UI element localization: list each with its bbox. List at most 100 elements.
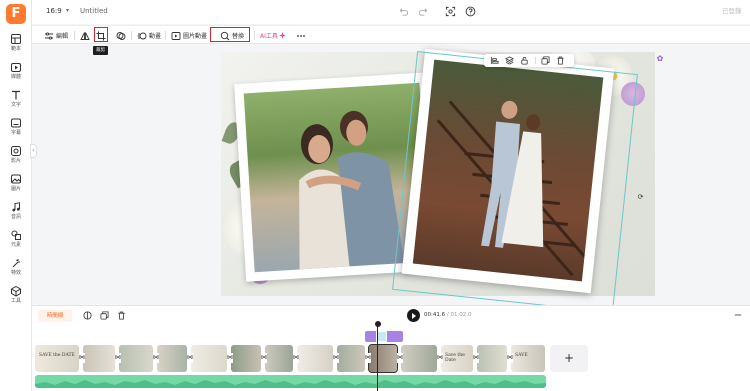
upload-icon	[11, 63, 21, 72]
subtitle-icon	[11, 118, 21, 128]
clip-title: SAVE	[515, 353, 528, 358]
mask-button[interactable]	[116, 26, 128, 45]
time-display: 00:41.6 / 01:02.0	[424, 312, 472, 318]
transition-marker[interactable]: ⋈	[261, 353, 267, 363]
toolbar-divider	[254, 31, 255, 40]
in-animation-label: 圖片動畫	[183, 33, 208, 40]
transition-marker[interactable]: ⋈	[187, 353, 193, 363]
transition-marker[interactable]: ⋈	[397, 353, 403, 363]
sidebar-label: 特效	[10, 270, 21, 276]
brand-kit-icon[interactable]: ✿	[655, 54, 665, 64]
transition-marker[interactable]: ⋈	[153, 353, 159, 363]
transition-marker[interactable]: ⋈	[227, 353, 233, 363]
in-animation-button[interactable]: 圖片動畫	[171, 26, 207, 45]
audio-track[interactable]	[35, 375, 546, 388]
video-clip[interactable]: SAVE the DATE	[35, 345, 79, 372]
current-time: 00:41.6	[424, 312, 446, 318]
video-clip[interactable]	[265, 345, 293, 372]
transition-marker[interactable]: ⋈	[79, 353, 85, 363]
redo-icon[interactable]	[418, 6, 429, 17]
delete-icon[interactable]	[556, 56, 565, 65]
crop-highlight-box	[94, 27, 108, 42]
unlock-icon[interactable]	[520, 56, 529, 65]
sidebar-collapse-handle[interactable]: ‹	[30, 144, 37, 158]
screenshot-icon[interactable]	[445, 6, 456, 17]
sidebar-label: 媒體	[10, 74, 21, 80]
tools-icon	[11, 285, 21, 297]
sidebar-item-elements[interactable]: 元素	[0, 229, 32, 248]
floating-layer-toolbar	[484, 54, 574, 67]
layers-icon[interactable]	[505, 56, 514, 65]
effects-icon	[12, 259, 20, 268]
help-icon[interactable]	[465, 6, 476, 17]
sidebar-item-media[interactable]: 媒體	[0, 61, 32, 80]
animation-icon	[137, 32, 147, 39]
music-icon	[12, 202, 20, 212]
video-clip-selected[interactable]	[368, 344, 398, 373]
video-clip[interactable]	[157, 345, 187, 372]
sidebar-item-images[interactable]: 圖片	[0, 173, 32, 192]
photo-icon	[11, 146, 21, 156]
sidebar-label: 音訊	[10, 214, 21, 220]
video-clip[interactable]	[119, 345, 153, 372]
transition-marker[interactable]: ⋈	[333, 353, 339, 363]
video-clip[interactable]	[337, 345, 365, 372]
playhead[interactable]	[374, 321, 381, 391]
aspect-ratio-select[interactable]: 16:9	[46, 7, 62, 15]
transition-marker[interactable]: ⋈	[365, 353, 371, 363]
video-clip[interactable]	[83, 345, 115, 372]
app-logo[interactable]: F	[6, 4, 26, 24]
total-time: / 01:02.0	[446, 312, 472, 318]
ai-tools-button[interactable]: AI工具	[260, 26, 288, 45]
play-button[interactable]	[407, 309, 420, 322]
sidebar-item-audio[interactable]: 音訊	[0, 201, 32, 220]
login-button[interactable]: 已登錄	[722, 5, 750, 18]
sidebar-item-text[interactable]: 文字	[0, 89, 32, 108]
video-clip[interactable]	[231, 345, 261, 372]
transition-marker[interactable]: ⋈	[115, 353, 121, 363]
animate-button[interactable]: 動畫	[137, 26, 161, 45]
sidebar-label: 圖片	[10, 186, 21, 192]
timeline-panel: 時間線 00:41.6 / 01:02.0 SAVE the DATE ⋈ ⋈ …	[32, 305, 750, 391]
minimize-timeline-icon[interactable]	[734, 311, 742, 319]
undo-icon[interactable]	[398, 6, 409, 17]
sidebar-item-subtitles[interactable]: 字幕	[0, 117, 32, 136]
transition-marker[interactable]: ⋈	[507, 353, 513, 363]
align-icon[interactable]	[490, 56, 499, 65]
clip-title: Save the Date	[445, 353, 465, 363]
video-clip[interactable]	[401, 345, 437, 372]
project-title[interactable]: Untitled	[80, 7, 108, 15]
add-clip-button[interactable]: +	[550, 345, 588, 372]
video-clip[interactable]	[297, 345, 333, 372]
flip-button[interactable]	[80, 26, 92, 45]
transition-marker[interactable]: ⋈	[293, 353, 299, 363]
duplicate-icon[interactable]	[541, 56, 550, 65]
duplicate-icon[interactable]	[100, 311, 109, 320]
transition-marker[interactable]: ⋈	[437, 353, 443, 363]
rotate-handle-icon[interactable]: ⟳	[636, 193, 645, 202]
crop-tooltip: 裁剪	[93, 46, 108, 55]
sidebar-item-templates[interactable]: 範本	[0, 33, 32, 52]
sidebar-item-effects[interactable]: 特效	[0, 257, 32, 276]
video-clip[interactable]	[191, 345, 227, 372]
delete-icon[interactable]	[117, 311, 126, 320]
video-clip[interactable]: SAVE	[511, 345, 545, 372]
edit-button[interactable]: 編輯	[44, 26, 68, 45]
sliders-icon	[45, 31, 53, 40]
split-icon[interactable]	[83, 311, 92, 320]
toolbar-divider	[165, 31, 166, 40]
timeline-tab[interactable]: 時間線	[38, 310, 72, 322]
sidebar-label: 影片	[10, 158, 21, 164]
left-sidebar: F 範本 媒體 文字 字幕 影片 圖片 音訊 元素 特效 工具	[0, 0, 32, 391]
sidebar-item-video[interactable]: 影片	[0, 145, 32, 164]
more-options-button[interactable]	[296, 26, 308, 45]
video-clip[interactable]	[477, 345, 507, 372]
sidebar-item-tools[interactable]: 工具	[0, 285, 32, 304]
transition-marker[interactable]: ⋈	[473, 353, 479, 363]
sparkle-icon	[278, 32, 286, 39]
selection-frame[interactable]	[392, 51, 638, 313]
animate-label: 動畫	[149, 33, 162, 40]
video-clip[interactable]: Save the Date	[441, 345, 473, 372]
toolbar-divider	[74, 31, 75, 40]
video-track: SAVE the DATE ⋈ ⋈ ⋈ ⋈ ⋈ ⋈ ⋈ ⋈ ⋈ ⋈ ⋈ Save…	[35, 344, 545, 373]
